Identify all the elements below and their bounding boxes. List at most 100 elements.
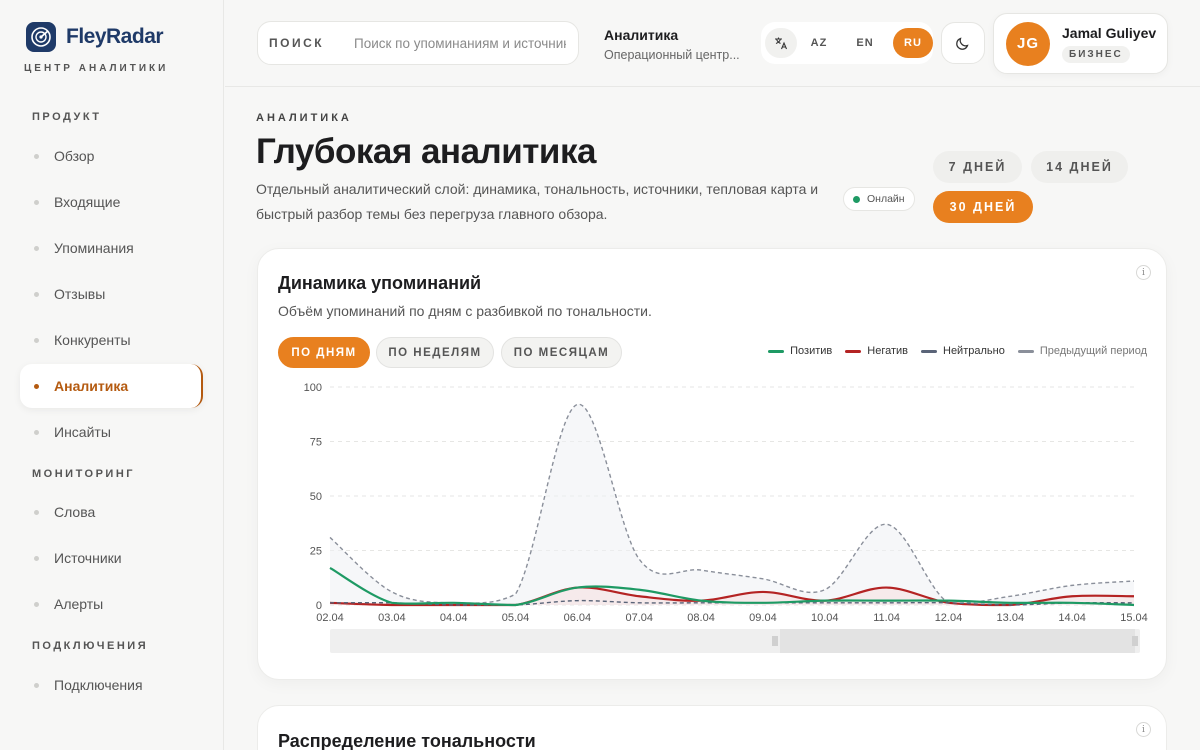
status-badge: Онлайн (843, 187, 915, 211)
search-box[interactable]: ПОИСК (257, 21, 579, 65)
x-tick-label: 09.04 (749, 612, 777, 624)
plan-badge: БИЗНЕС (1062, 45, 1130, 63)
radar-logo-icon (26, 22, 56, 52)
sidebar-item-alerts[interactable]: Алерты (20, 582, 203, 626)
online-dot-icon (853, 195, 860, 203)
sidebar-item-inbox[interactable]: Входящие (20, 180, 203, 224)
range-14-days-button[interactable]: 14 ДНЕЙ (1031, 151, 1128, 183)
lang-en-button[interactable]: EN (847, 28, 883, 58)
bullet-icon (34, 337, 39, 343)
mentions-dynamics-card: i Динамика упоминаний Объём упоминаний п… (257, 248, 1167, 680)
zoom-window[interactable] (780, 629, 1135, 653)
bullet-icon (34, 601, 39, 607)
x-tick-label: 06.04 (564, 612, 592, 624)
sidebar-item-analytics[interactable]: Аналитика (20, 364, 203, 408)
range-30-days-button[interactable]: 30 ДНЕЙ (933, 191, 1033, 223)
sidebar-item-reviews[interactable]: Отзывы (20, 272, 203, 316)
legend-swatch (845, 349, 862, 353)
brand[interactable]: FleyRadar (26, 22, 164, 52)
legend-swatch (921, 349, 937, 353)
context-subtitle: Операционный центр... (604, 48, 740, 62)
sidebar-item-sources[interactable]: Источники (20, 536, 203, 580)
brand-name: FleyRadar (66, 25, 164, 48)
card-title: Динамика упоминаний (278, 273, 482, 293)
lang-az-button[interactable]: AZ (801, 28, 837, 58)
legend-label: Позитив (790, 345, 833, 357)
legend-item-previous[interactable]: Предыдущий период (1017, 345, 1147, 357)
legend-label: Негатив (867, 345, 908, 357)
sidebar-item-words[interactable]: Слова (20, 490, 203, 534)
sidebar-item-connections[interactable]: Подключения (20, 663, 203, 707)
language-switcher: AZ EN RU (761, 22, 933, 64)
legend-item-neutral[interactable]: Нейтрально (921, 345, 1005, 357)
sidebar-item-label: Слова (54, 504, 96, 520)
sidebar-item-label: Инсайты (54, 424, 111, 440)
status-label: Онлайн (867, 193, 905, 205)
theme-toggle-button[interactable] (941, 22, 985, 64)
sidebar-item-mentions[interactable]: Упоминания (20, 226, 203, 270)
x-tick-label: 08.04 (687, 612, 715, 624)
sidebar-item-label: Отзывы (54, 286, 106, 302)
sidebar-item-label: Входящие (54, 194, 121, 210)
range-7-days-button[interactable]: 7 ДНЕЙ (933, 151, 1022, 183)
sidebar-item-label: Обзор (54, 148, 95, 164)
x-tick-label: 12.04 (935, 612, 963, 624)
x-tick-label: 13.04 (997, 612, 1025, 624)
legend-item-positive[interactable]: Позитив (768, 345, 832, 357)
sidebar-item-label: Конкуренты (54, 332, 131, 348)
y-tick-label: 100 (304, 382, 322, 394)
legend-swatch (768, 349, 785, 353)
translate-icon[interactable] (765, 28, 797, 58)
lang-ru-button[interactable]: RU (893, 28, 933, 58)
sidebar: FleyRadar ЦЕНТР АНАЛИТИКИ ПРОДУКТ Обзор … (0, 0, 224, 750)
bullet-icon (34, 291, 39, 297)
search-input[interactable] (354, 35, 566, 51)
x-tick-label: 10.04 (811, 612, 839, 624)
tab-by-week[interactable]: ПО НЕДЕЛЯМ (376, 337, 494, 368)
nav-section-product: ПРОДУКТ (32, 111, 102, 123)
info-icon[interactable]: i (1136, 265, 1151, 280)
bullet-icon (34, 509, 39, 515)
info-icon[interactable]: i (1136, 722, 1151, 737)
x-tick-label: 15.04 (1120, 612, 1148, 624)
bullet-icon (34, 383, 39, 389)
y-tick-label: 0 (316, 600, 322, 612)
page-title: Глубокая аналитика (256, 132, 596, 171)
zoom-handle-left[interactable] (772, 636, 778, 646)
y-tick-label: 50 (310, 491, 322, 503)
bullet-icon (34, 199, 39, 205)
sidebar-item-competitors[interactable]: Конкуренты (20, 318, 203, 362)
top-header: ПОИСК Аналитика Операционный центр... AZ… (225, 0, 1200, 87)
sidebar-item-label: Подключения (54, 677, 143, 693)
chart-legend: Позитив Негатив Нейтрально Предыдущий пе… (768, 345, 1147, 357)
nav-section-monitoring: МОНИТОРИНГ (32, 468, 135, 480)
moon-icon (956, 37, 969, 50)
context-title: Аналитика (604, 27, 679, 43)
legend-label: Предыдущий период (1039, 345, 1147, 357)
series-line-previous (329, 403, 1135, 604)
card-subtitle: Объём упоминаний по дням с разбивкой по … (278, 303, 652, 319)
x-tick-label: 07.04 (625, 612, 653, 624)
bullet-icon (34, 245, 39, 251)
user-menu[interactable]: JG Jamal Guliyev БИЗНЕС (993, 13, 1168, 74)
page-description: Отдельный аналитический слой: динамика, … (256, 181, 819, 222)
sidebar-item-overview[interactable]: Обзор (20, 134, 203, 178)
bullet-icon (34, 682, 39, 688)
card-title: Распределение тональности (278, 731, 536, 750)
tab-by-day[interactable]: ПО ДНЯМ (278, 337, 370, 368)
page-eyebrow: АНАЛИТИКА (256, 112, 352, 124)
x-tick-label: 04.04 (440, 612, 468, 624)
sentiment-distribution-card: i Распределение тональности (257, 705, 1167, 750)
brand-subtitle: ЦЕНТР АНАЛИТИКИ (24, 63, 169, 74)
legend-label: Нейтрально (943, 345, 1005, 357)
bullet-icon (34, 153, 39, 159)
page-context: Аналитика Операционный центр... (604, 27, 740, 62)
zoom-handle-right[interactable] (1132, 636, 1138, 646)
x-tick-label: 03.04 (378, 612, 406, 624)
sidebar-item-label: Упоминания (54, 240, 134, 256)
nav-section-connections: ПОДКЛЮЧЕНИЯ (32, 640, 149, 652)
tab-by-month[interactable]: ПО МЕСЯЦАМ (501, 337, 622, 368)
sidebar-item-insights[interactable]: Инсайты (20, 410, 203, 454)
search-label: ПОИСК (269, 36, 325, 50)
legend-item-negative[interactable]: Негатив (845, 345, 908, 357)
